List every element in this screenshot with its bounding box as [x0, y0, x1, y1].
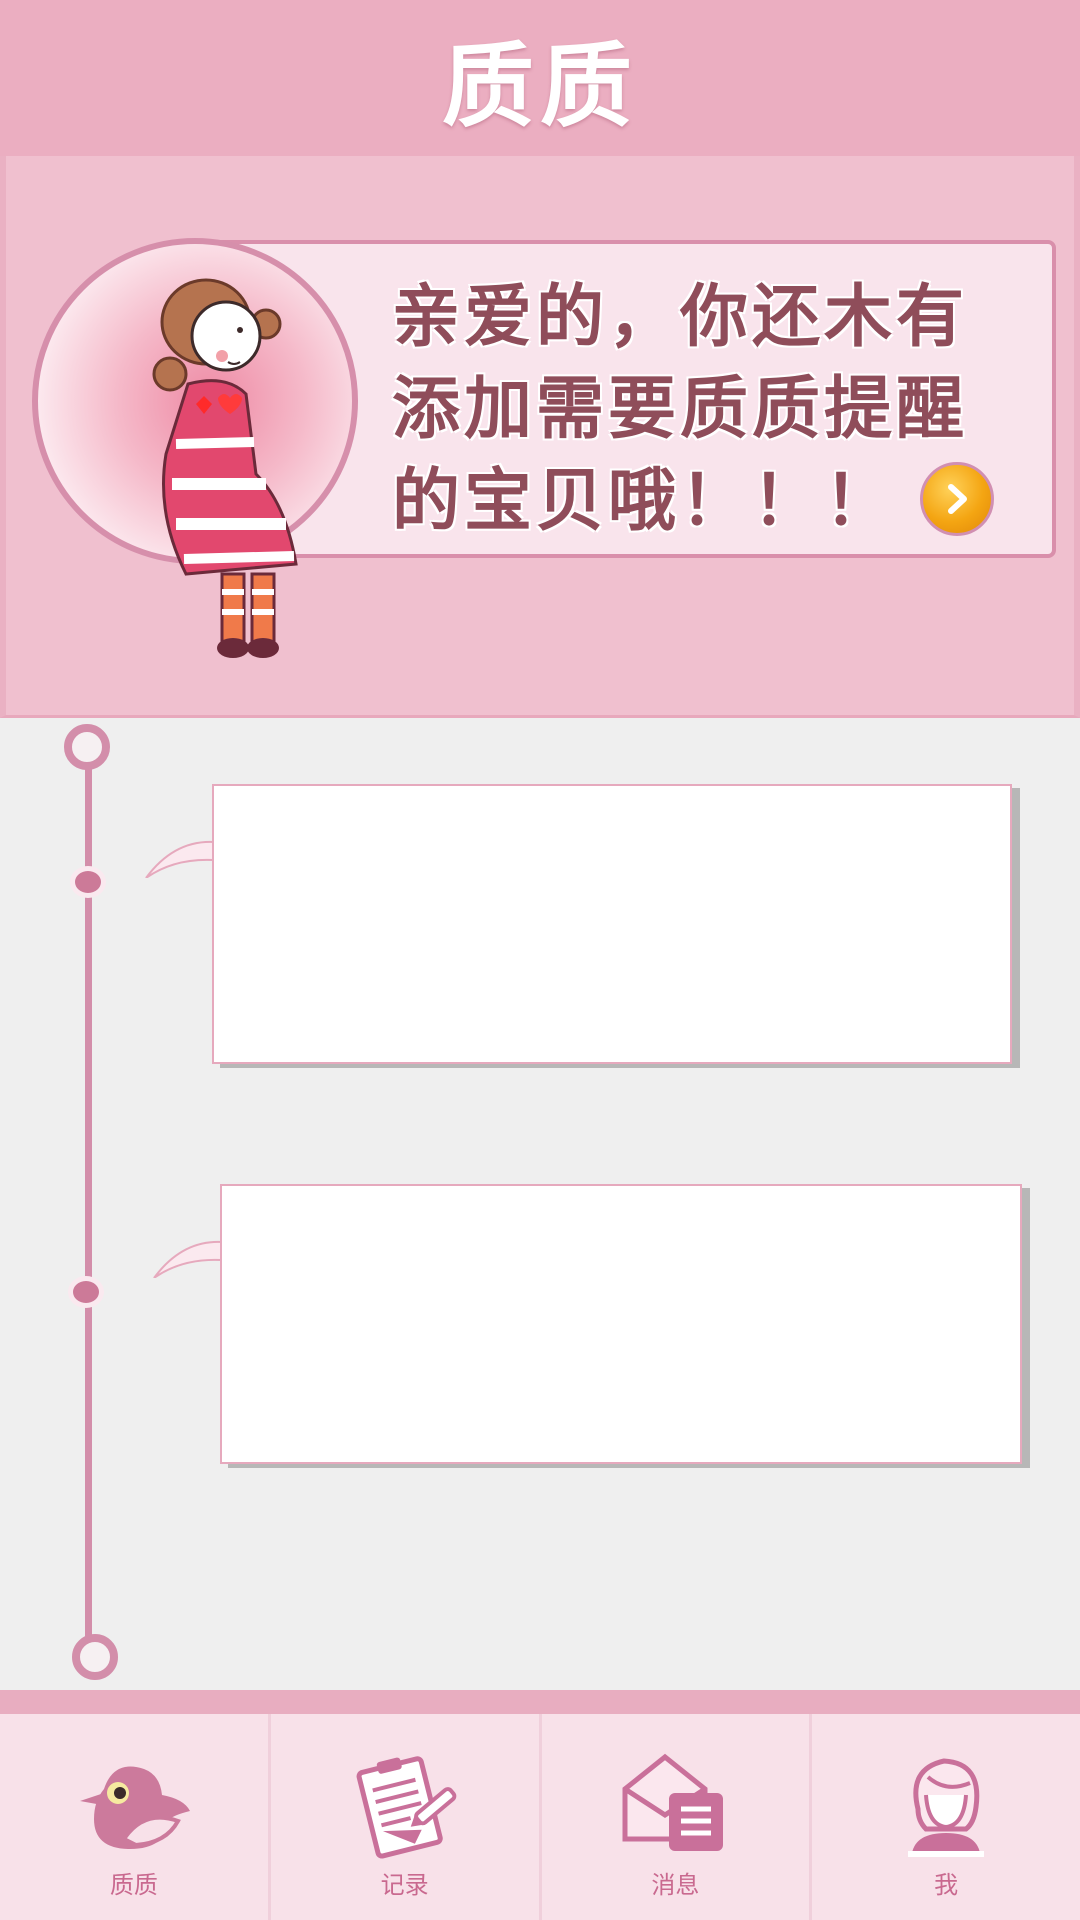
card-pointer [145, 840, 214, 878]
nav-label: 消息 [651, 1871, 700, 1899]
nav-item-records[interactable]: 记录 [270, 1714, 542, 1920]
timeline-end-ring [72, 1634, 118, 1680]
girl-illustration [152, 278, 298, 658]
girl-avatar-icon [908, 1758, 985, 1857]
clipboard-pen-icon [356, 1756, 456, 1859]
chevron-right-icon [948, 484, 967, 514]
card-pointer [153, 1240, 222, 1278]
nav-label: 质质 [109, 1871, 158, 1899]
reminder-card[interactable] [220, 1184, 1022, 1464]
nav-divider [0, 1690, 1080, 1714]
bird-icon [79, 1766, 190, 1849]
nav-label: 我 [934, 1871, 959, 1899]
timeline-start-ring [64, 724, 110, 770]
nav-item-me[interactable]: 我 [812, 1714, 1080, 1920]
empty-state-banner: 亲爱的，你还木有添加需要质质提醒的宝贝哦！！！ [0, 156, 1080, 718]
empty-state-message: 亲爱的，你还木有添加需要质质提醒的宝贝哦！！！ [392, 278, 969, 541]
add-baby-button[interactable] [920, 462, 994, 536]
page-title: 质质 [441, 32, 638, 140]
timeline-dot [70, 866, 106, 898]
app-header: 质质 [0, 0, 1080, 156]
reminder-card[interactable] [212, 784, 1012, 1064]
nav-item-messages[interactable]: 消息 [541, 1714, 813, 1920]
nav-item-zhizhi[interactable]: 质质 [0, 1714, 271, 1920]
bottom-nav: 质质 记录 消息 我 [0, 1714, 1080, 1920]
envelope-icon [622, 1753, 724, 1851]
timeline-dot [68, 1276, 104, 1308]
nav-label: 记录 [380, 1871, 429, 1899]
